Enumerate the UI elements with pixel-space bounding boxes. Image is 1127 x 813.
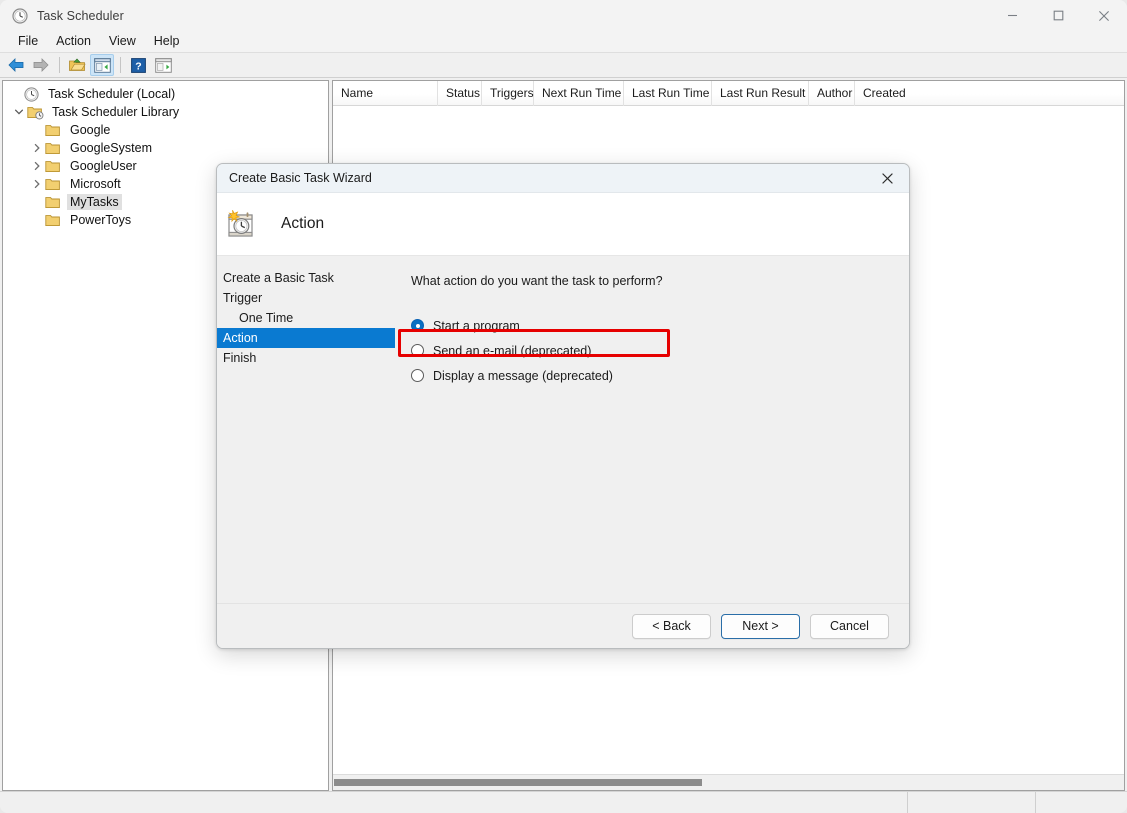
tree-item-task-scheduler-local[interactable]: Task Scheduler (Local) (3, 85, 328, 103)
wizard-step-finish[interactable]: Finish (217, 348, 395, 368)
folder-icon (45, 194, 62, 210)
forward-icon[interactable] (29, 54, 53, 76)
next-button[interactable]: Next > (721, 613, 800, 639)
menu-view[interactable]: View (100, 33, 145, 51)
svg-text:?: ? (135, 60, 141, 72)
folder-icon (45, 122, 62, 138)
action-radio-group: Start a program Send an e-mail (deprecat… (411, 315, 909, 386)
column-header-name[interactable]: Name (333, 81, 438, 106)
task-list-header: Name Status Triggers Next Run Time Last … (333, 81, 1124, 106)
wizard-step-list: Create a Basic Task Trigger One Time Act… (217, 256, 395, 603)
tree-item-google[interactable]: Google (3, 121, 328, 139)
tree-item-label: Task Scheduler (Local) (48, 86, 176, 101)
dialog-content: What action do you want the task to perf… (395, 256, 909, 603)
cancel-button[interactable]: Cancel (810, 613, 889, 639)
close-icon[interactable] (865, 164, 909, 193)
dialog-title: Create Basic Task Wizard (229, 171, 372, 185)
chevron-right-icon[interactable] (29, 176, 45, 192)
menubar: File Action View Help (0, 31, 1127, 53)
folder-icon (45, 158, 62, 174)
statusbar (0, 791, 1127, 813)
column-header-created[interactable]: Created (855, 81, 925, 106)
help-icon[interactable]: ? (126, 54, 150, 76)
task-list-horizontal-scrollbar[interactable] (333, 774, 1124, 790)
tree-item-googlesystem[interactable]: GoogleSystem (3, 139, 328, 157)
column-header-status[interactable]: Status (438, 81, 482, 106)
show-hide-console-tree-icon[interactable] (90, 54, 114, 76)
column-header-triggers[interactable]: Triggers (482, 81, 534, 106)
tree-item-label: Task Scheduler Library (52, 104, 180, 119)
back-button[interactable]: < Back (632, 613, 711, 639)
folder-icon (45, 212, 62, 228)
tree-item-task-scheduler-library[interactable]: Task Scheduler Library (3, 103, 328, 121)
chevron-right-icon[interactable] (29, 158, 45, 174)
menu-file[interactable]: File (9, 33, 47, 51)
wizard-step-one-time[interactable]: One Time (217, 308, 395, 328)
chevron-right-icon[interactable] (29, 140, 45, 156)
window-title: Task Scheduler (37, 8, 124, 23)
window-controls (989, 0, 1127, 31)
menu-help[interactable]: Help (145, 33, 189, 51)
scrollbar-thumb[interactable] (334, 779, 702, 786)
chevron-down-icon[interactable] (11, 104, 27, 120)
properties-icon[interactable] (151, 54, 175, 76)
maximize-icon[interactable] (1035, 0, 1081, 31)
column-header-next-run-time[interactable]: Next Run Time (534, 81, 624, 106)
minimize-icon[interactable] (989, 0, 1035, 31)
statusbar-segment-three (1036, 792, 1127, 813)
task-calendar-clock-icon (225, 208, 257, 240)
radio-unselected-icon[interactable] (411, 344, 424, 357)
clock-icon (23, 86, 40, 102)
dialog-footer: < Back Next > Cancel (217, 603, 909, 648)
wizard-step-trigger[interactable]: Trigger (217, 288, 395, 308)
radio-label: Start a program (433, 318, 520, 333)
dialog-titlebar: Create Basic Task Wizard (217, 164, 909, 193)
clock-icon (12, 7, 28, 24)
up-one-level-folder-icon[interactable] (65, 54, 89, 76)
radio-unselected-icon[interactable] (411, 369, 424, 382)
tree-item-label: GoogleSystem (70, 140, 152, 155)
dialog-header: Action (217, 193, 909, 256)
create-basic-task-wizard-dialog: Create Basic Task Wizard Action Create a… (216, 163, 910, 649)
radio-option-display-a-message[interactable]: Display a message (deprecated) (411, 365, 909, 386)
dialog-heading: Action (281, 215, 325, 232)
tree-item-label: Google (70, 122, 111, 137)
window-titlebar: Task Scheduler (0, 0, 1127, 31)
library-folder-icon (27, 104, 44, 120)
radio-label: Send an e-mail (deprecated) (433, 343, 592, 358)
tree-item-label: GoogleUser (70, 158, 137, 173)
statusbar-segment-main (0, 792, 908, 813)
tree-item-label: MyTasks (67, 193, 122, 211)
statusbar-segment-two (908, 792, 1036, 813)
close-icon[interactable] (1081, 0, 1127, 31)
radio-option-start-a-program[interactable]: Start a program (411, 315, 909, 336)
menu-action[interactable]: Action (47, 33, 100, 51)
back-icon[interactable] (4, 54, 28, 76)
toolbar-separator-1 (59, 57, 60, 73)
wizard-step-create-a-basic-task[interactable]: Create a Basic Task (217, 268, 395, 288)
dialog-body: Create a Basic Task Trigger One Time Act… (217, 256, 909, 603)
folder-icon (45, 140, 62, 156)
column-header-last-run-time[interactable]: Last Run Time (624, 81, 712, 106)
column-header-last-run-result[interactable]: Last Run Result (712, 81, 809, 106)
folder-icon (45, 176, 62, 192)
toolbar-separator-2 (120, 57, 121, 73)
tree-item-label: PowerToys (70, 212, 132, 227)
radio-label: Display a message (deprecated) (433, 368, 613, 383)
action-question: What action do you want the task to perf… (411, 274, 663, 288)
column-header-author[interactable]: Author (809, 81, 855, 106)
radio-selected-icon[interactable] (411, 319, 424, 332)
tree-item-label: Microsoft (70, 176, 121, 191)
radio-option-send-an-email[interactable]: Send an e-mail (deprecated) (411, 340, 909, 361)
wizard-step-action[interactable]: Action (217, 328, 395, 348)
toolbar: ? (0, 53, 1127, 78)
